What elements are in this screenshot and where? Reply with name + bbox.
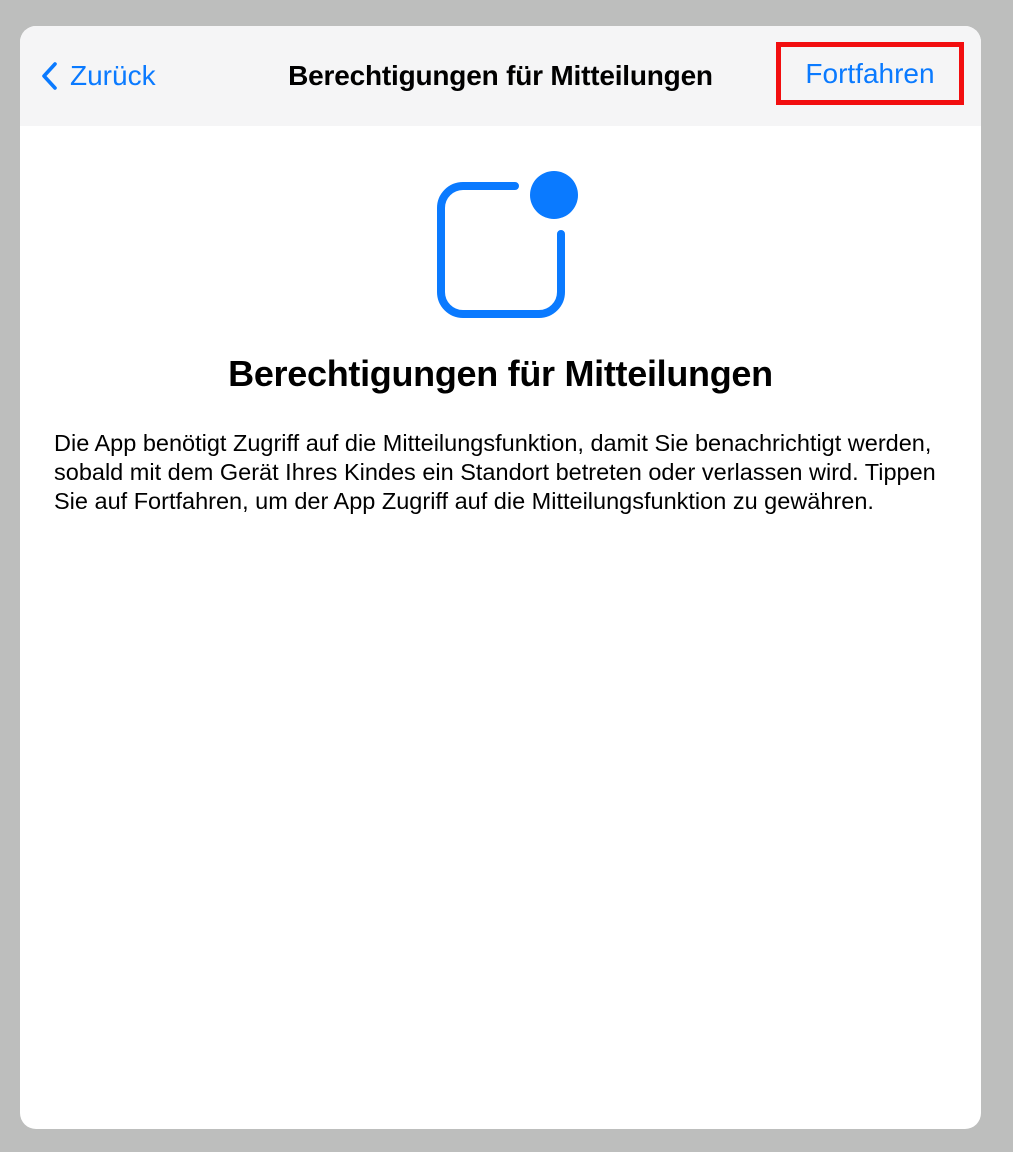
content-description: Die App benötigt Zugriff auf die Mitteil… <box>54 430 936 514</box>
notification-badge-icon <box>437 171 578 318</box>
navigation-bar: Zurück Berechtigungen für Mitteilungen F… <box>20 26 981 126</box>
permission-sheet: Zurück Berechtigungen für Mitteilungen F… <box>20 26 981 1129</box>
content-title: Berechtigungen für Mitteilungen <box>228 353 773 394</box>
continue-label: Fortfahren <box>805 57 935 89</box>
continue-button[interactable]: Fortfahren <box>776 42 964 105</box>
